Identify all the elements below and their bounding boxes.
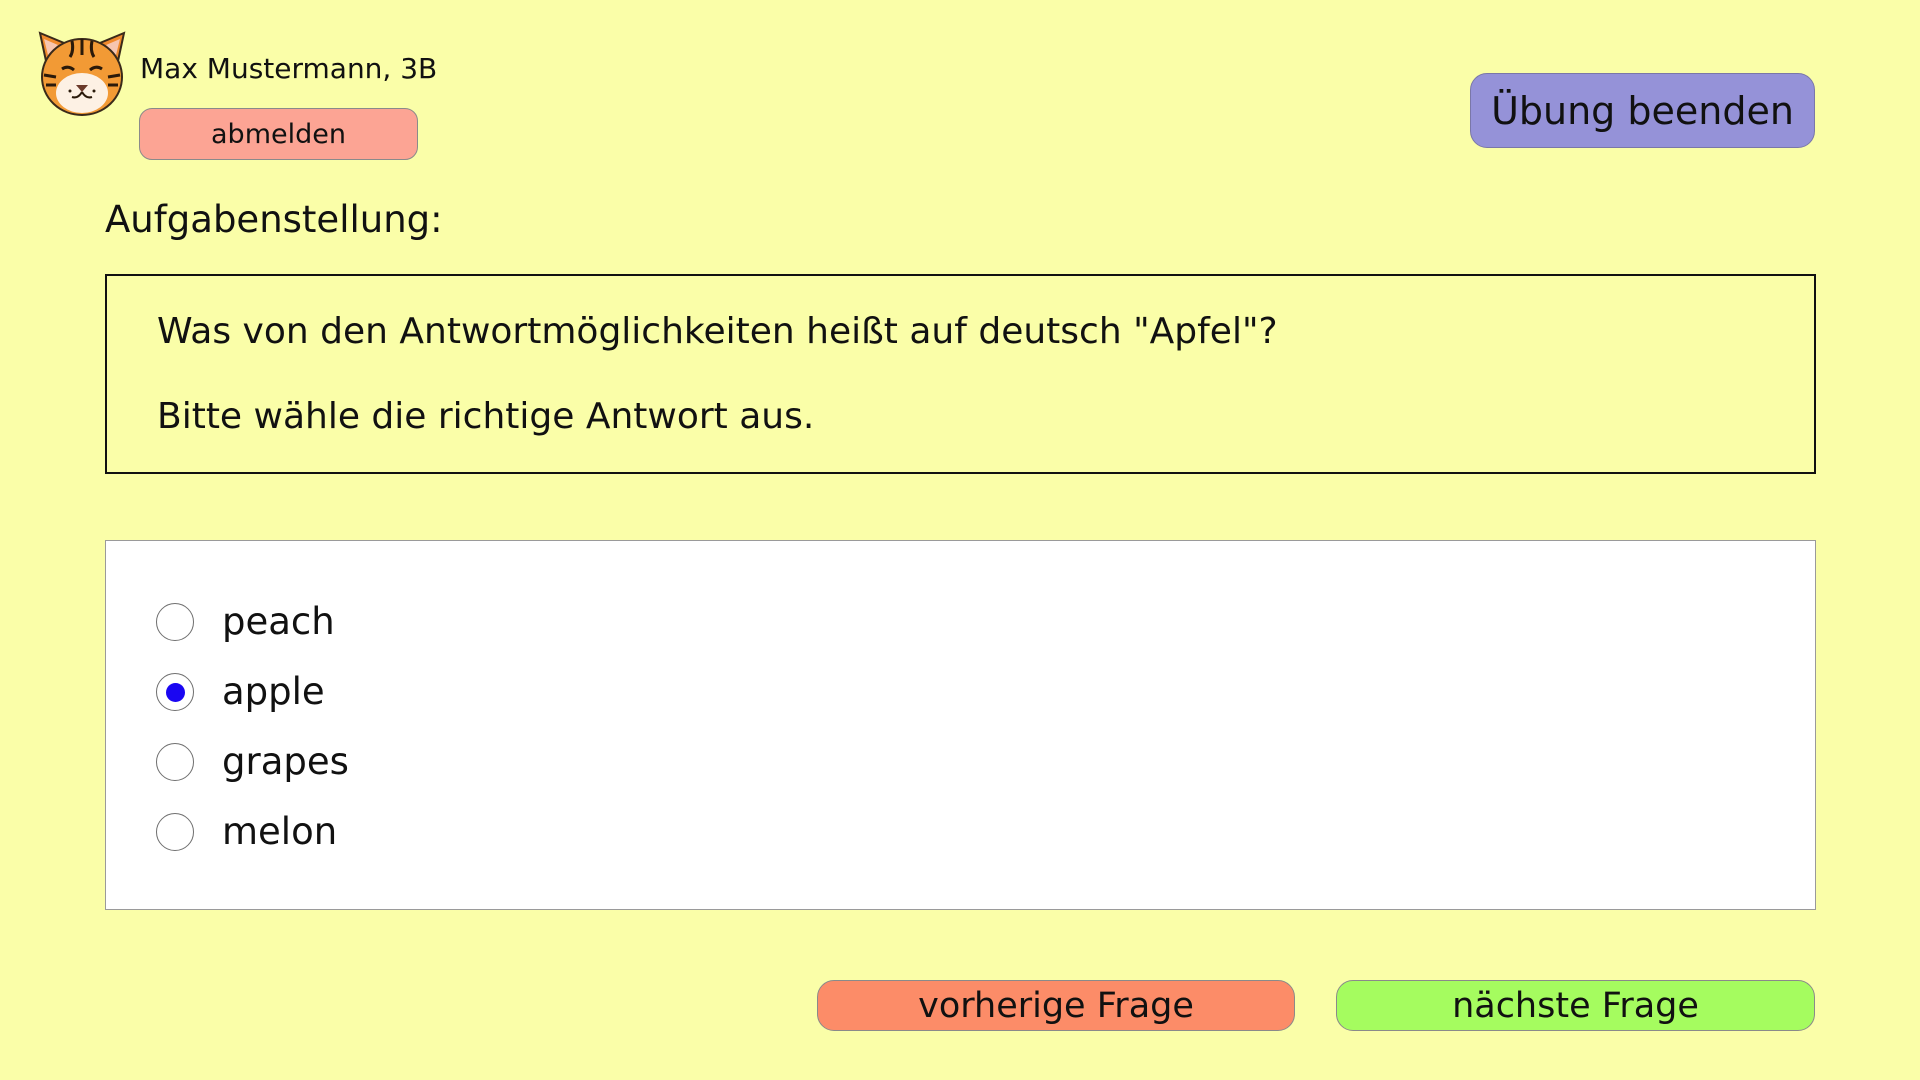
option-apple[interactable]: apple <box>156 667 325 717</box>
radio-button[interactable] <box>156 603 194 641</box>
option-label: apple <box>222 670 325 713</box>
option-peach[interactable]: peach <box>156 597 335 647</box>
answer-options: peach apple grapes melon <box>105 540 1816 910</box>
option-label: melon <box>222 810 338 853</box>
option-label: grapes <box>222 740 349 783</box>
finish-exercise-button[interactable]: Übung beenden <box>1470 73 1815 148</box>
radio-button-selected[interactable] <box>156 673 194 711</box>
tiger-avatar-icon <box>34 27 130 119</box>
next-question-button[interactable]: nächste Frage <box>1336 980 1815 1031</box>
user-name: Max Mustermann, 3B <box>140 52 438 85</box>
task-instruction: Bitte wähle die richtige Antwort aus. <box>157 396 815 437</box>
previous-question-button[interactable]: vorherige Frage <box>817 980 1295 1031</box>
logout-button[interactable]: abmelden <box>139 108 418 160</box>
task-heading: Aufgabenstellung: <box>105 198 443 241</box>
option-melon[interactable]: melon <box>156 807 337 857</box>
option-grapes[interactable]: grapes <box>156 737 349 787</box>
radio-button[interactable] <box>156 743 194 781</box>
option-label: peach <box>222 600 335 643</box>
task-question: Was von den Antwortmöglichkeiten heißt a… <box>157 311 1278 352</box>
task-box: Was von den Antwortmöglichkeiten heißt a… <box>105 274 1816 474</box>
radio-button[interactable] <box>156 813 194 851</box>
